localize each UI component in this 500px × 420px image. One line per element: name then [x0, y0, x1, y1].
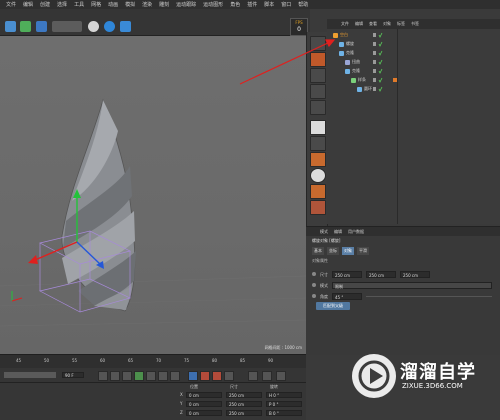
- next-frame-icon[interactable]: [146, 371, 156, 381]
- attribute-header: 螺旋对象 [螺旋]: [312, 238, 341, 243]
- axis-z-label: Z: [180, 410, 183, 415]
- param-angle-dot[interactable]: [312, 294, 316, 298]
- play-icon[interactable]: [134, 371, 144, 381]
- timeline-tick: 85: [240, 358, 246, 363]
- rot-h-field[interactable]: H 0 °: [266, 392, 302, 398]
- attribute-subtabs: 基本 坐标 对象 平滑: [312, 247, 369, 255]
- size-x-field[interactable]: 250 cm: [332, 271, 362, 278]
- move-tool-icon[interactable]: [188, 371, 198, 381]
- size-z-coord-field[interactable]: 250 cm: [226, 410, 262, 416]
- keyframe-icon[interactable]: [224, 371, 234, 381]
- coordinates-panel: 位置 尺寸 旋转 X 0 cm 250 cm H 0 ° Y 0 cm 250 …: [0, 382, 306, 420]
- pos-x-field[interactable]: 0 cm: [186, 392, 222, 398]
- coord-header-rotation: 旋转: [270, 384, 278, 389]
- axis-y-label: Y: [180, 401, 183, 406]
- subtab-coord[interactable]: 坐标: [327, 247, 339, 255]
- timeline-tick: 80: [212, 358, 218, 363]
- param-mode-dot[interactable]: [312, 283, 316, 287]
- watermark: 溜溜自学 ZIXUE.3D66.COM: [352, 352, 500, 419]
- am-menu-mode[interactable]: 模式: [320, 229, 328, 235]
- timeline-tick: 55: [72, 358, 78, 363]
- coord-header-position: 位置: [190, 384, 198, 389]
- mode-dropdown[interactable]: 限制: [332, 282, 492, 289]
- watermark-logo-icon: [352, 354, 396, 398]
- grid-icon[interactable]: [248, 371, 258, 381]
- timeline-tick: 45: [16, 358, 22, 363]
- size-y-coord-field[interactable]: 250 cm: [226, 401, 262, 407]
- prev-frame-icon[interactable]: [122, 371, 132, 381]
- subtab-object[interactable]: 对象: [342, 247, 354, 255]
- timeline-tick: 90: [268, 358, 274, 363]
- match-parent-button[interactable]: 匹配到父级: [316, 302, 350, 310]
- size-z-field[interactable]: 250 cm: [400, 271, 430, 278]
- rot-p-field[interactable]: P 0 °: [266, 401, 302, 407]
- subtab-smooth[interactable]: 平滑: [357, 247, 369, 255]
- param-size-dot[interactable]: [312, 272, 316, 276]
- rot-b-field[interactable]: B 0 °: [266, 410, 302, 416]
- param-mode: 模式 限制: [310, 281, 496, 290]
- angle-field[interactable]: 45 °: [332, 293, 362, 300]
- go-to-start-icon[interactable]: [98, 371, 108, 381]
- attribute-section-title: 对象属性: [312, 258, 328, 263]
- attribute-manager: 模式 编辑 用户数据 螺旋对象 [螺旋] 基本 坐标 对象 平滑 对象属性 尺寸…: [306, 226, 500, 355]
- size-x-coord-field[interactable]: 250 cm: [226, 392, 262, 398]
- timeline-tick: 60: [100, 358, 106, 363]
- am-menu-edit[interactable]: 编辑: [334, 229, 342, 235]
- timeline-tick: 50: [44, 358, 50, 363]
- watermark-subtitle: ZIXUE.3D66.COM: [402, 382, 463, 390]
- param-size: 尺寸 250 cm 250 cm 250 cm: [310, 270, 496, 279]
- timeline-ruler[interactable]: 45 50 55 60 65 70 75 80 85 90: [0, 354, 306, 369]
- autokey-icon[interactable]: [212, 371, 222, 381]
- playback-bar: 90 F: [0, 368, 306, 382]
- watermark-title: 溜溜自学: [400, 362, 476, 383]
- size-y-field[interactable]: 250 cm: [366, 271, 396, 278]
- prev-key-icon[interactable]: [110, 371, 120, 381]
- am-menu-userdata[interactable]: 用户数据: [348, 229, 364, 235]
- coord-header-size: 尺寸: [230, 384, 238, 389]
- timeline-tick: 70: [156, 358, 162, 363]
- subtab-basic[interactable]: 基本: [312, 247, 324, 255]
- timeline-tick: 75: [184, 358, 190, 363]
- angle-slider[interactable]: [366, 296, 492, 297]
- menu-icon[interactable]: [276, 371, 286, 381]
- go-to-end-icon[interactable]: [170, 371, 180, 381]
- layout-icon[interactable]: [262, 371, 272, 381]
- axis-x-label: X: [180, 392, 183, 397]
- next-key-icon[interactable]: [158, 371, 168, 381]
- param-angle: 角度 45 °: [310, 292, 496, 301]
- pos-y-field[interactable]: 0 cm: [186, 401, 222, 407]
- pos-z-field[interactable]: 0 cm: [186, 410, 222, 416]
- attribute-manager-menu: 模式 编辑 用户数据: [306, 227, 500, 236]
- range-slider[interactable]: [4, 372, 56, 378]
- record-icon[interactable]: [200, 371, 210, 381]
- end-frame-field[interactable]: 90 F: [62, 372, 84, 378]
- timeline-tick: 65: [128, 358, 134, 363]
